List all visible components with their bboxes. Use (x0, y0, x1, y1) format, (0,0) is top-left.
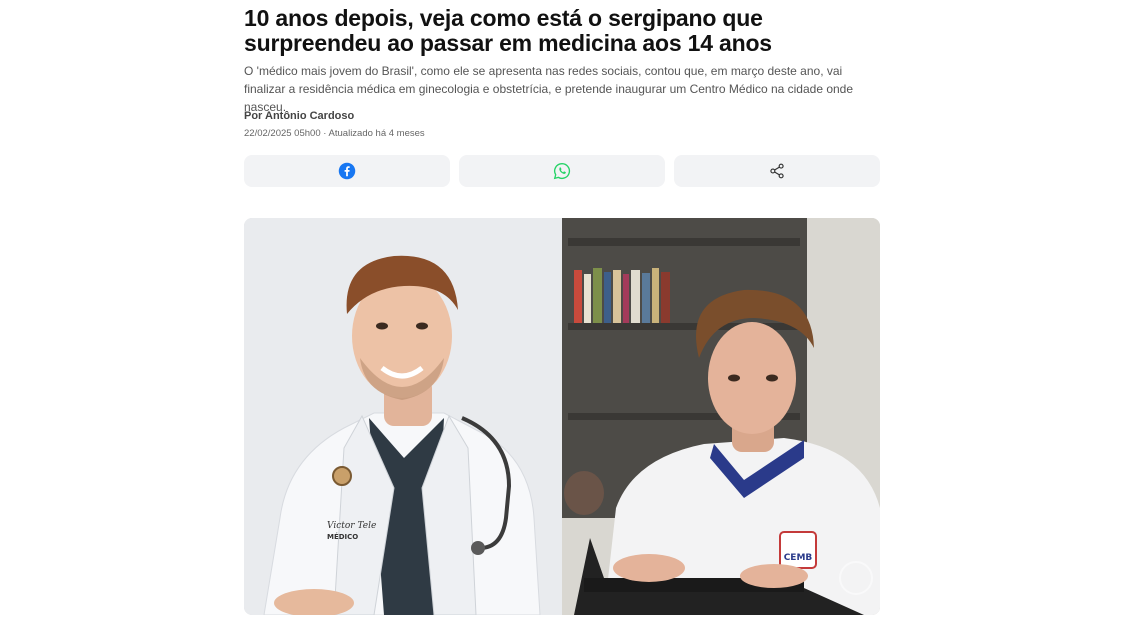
headline: 10 anos depois, veja como está o sergipa… (244, 5, 772, 56)
whatsapp-icon (553, 162, 571, 180)
share-icon (770, 163, 784, 179)
publish-meta: 22/02/2025 05h00 · Atualizado há 4 meses (244, 128, 425, 139)
byline-prefix: Por (244, 110, 263, 122)
meta-separator: · (323, 128, 327, 139)
coat-embroidery-name: Victor Tele (327, 521, 376, 531)
byline: Por Antônio Cardoso (244, 110, 354, 122)
updated-label: Atualizado há 4 meses (328, 128, 425, 139)
left-panel-doctor: Victor Tele MÉDICO (244, 218, 562, 615)
whatsapp-share-button[interactable] (459, 155, 665, 187)
right-panel-teen: CEMB (562, 218, 880, 615)
author-link[interactable]: Antônio Cardoso (265, 110, 354, 122)
shirt-logo: CEMB (784, 553, 813, 563)
coat-embroidery-title: MÉDICO (327, 532, 358, 541)
article-photo: Victor Tele MÉDICO CEMB (244, 218, 880, 615)
publish-date: 22/02/2025 05h00 (244, 128, 321, 139)
article-summary: O 'médico mais jovem do Brasil', como el… (244, 64, 854, 114)
facebook-share-button[interactable] (244, 155, 450, 187)
article-image: Victor Tele MÉDICO CEMB (244, 218, 880, 615)
share-button[interactable] (674, 155, 880, 187)
share-bar (244, 155, 880, 187)
facebook-icon (338, 162, 356, 180)
